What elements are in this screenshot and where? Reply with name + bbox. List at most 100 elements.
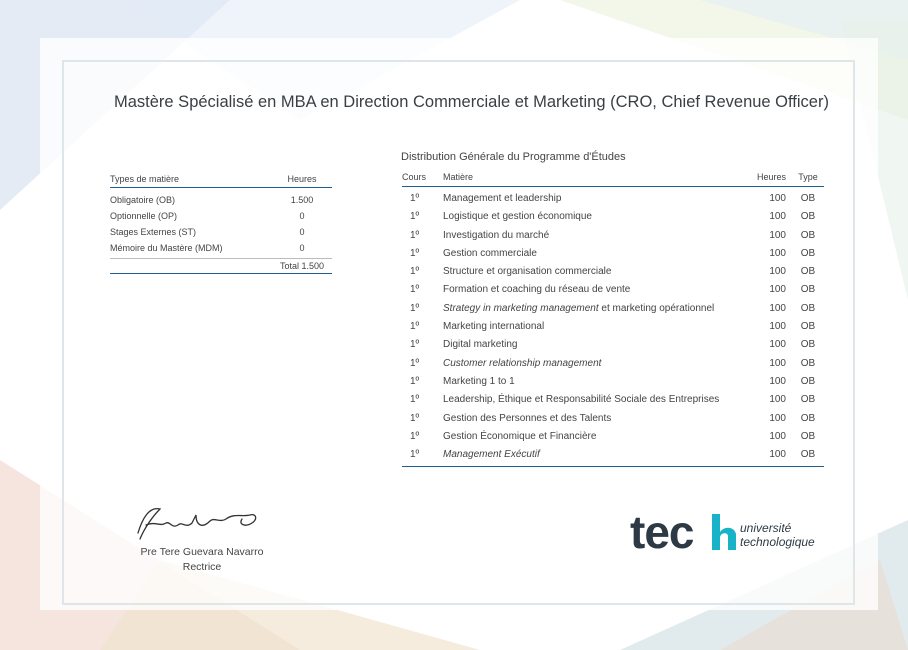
cell-course: 1º	[410, 394, 420, 406]
summary-col-type: Types de matière	[110, 174, 180, 184]
col-course: Cours	[402, 172, 427, 182]
cell-subject: Gestion commerciale	[443, 247, 537, 259]
cell-type: OB	[800, 247, 816, 259]
cell-hours: 100	[769, 284, 786, 296]
summary-row-label: Mémoire du Mastère (MDM)	[110, 243, 223, 253]
table-row: 1º Gestion Économique et Financière 100 …	[402, 428, 824, 446]
table-row: 1º Management Exécutif 100 OB	[402, 446, 824, 464]
cell-course: 1º	[410, 375, 420, 387]
cell-subject-rest: et marketing opérationnel	[598, 302, 715, 314]
cell-subject: Gestion des Personnes et des Talents	[443, 412, 612, 424]
summary-row-hours: 1.500	[290, 195, 314, 205]
cell-course: 1º	[410, 321, 420, 333]
cell-course: 1º	[410, 247, 420, 259]
cell-hours: 100	[769, 430, 786, 442]
cell-subject: Management Exécutif	[443, 449, 540, 461]
summary-row: Mémoire du Mastère (MDM) 0	[110, 240, 332, 256]
table-row: 1º Formation et coaching du réseau de ve…	[402, 281, 824, 299]
cell-course: 1º	[410, 430, 420, 442]
table-row: 1º Digital marketing 100 OB	[402, 336, 824, 354]
cell-hours: 100	[769, 266, 786, 278]
col-hours: Heures	[756, 172, 786, 182]
cell-type: OB	[800, 302, 816, 314]
cell-subject: Digital marketing	[443, 339, 518, 351]
table-row: 1º Management et leadership 100 OB	[402, 190, 824, 208]
col-subject: Matière	[443, 172, 474, 182]
cell-type: OB	[800, 321, 816, 333]
cell-course: 1º	[410, 193, 420, 204]
distribution-title: Distribution Générale du Programme d'Étu…	[401, 151, 626, 163]
cell-type: OB	[800, 357, 816, 369]
svg-text:tec: tec	[630, 510, 694, 556]
cell-hours: 100	[769, 375, 786, 387]
distribution-table: Cours Matière Heures Type 1º Management …	[402, 172, 824, 468]
cell-subject: Gestion Économique et Financière	[443, 430, 597, 442]
cell-subject: Investigation du marché	[443, 229, 550, 241]
summary-row-hours: 0	[299, 227, 305, 237]
summary-row-label: Stages Externes (ST)	[110, 227, 197, 237]
table-row: 1º Gestion des Personnes et des Talents …	[402, 410, 824, 428]
summary-total: Total 1.500	[110, 258, 332, 274]
cell-type: OB	[800, 266, 816, 278]
cell-hours: 100	[769, 412, 786, 424]
cell-subject: Strategy in marketing management et mark…	[443, 300, 746, 318]
summary-total-value: Total 1.500	[279, 261, 325, 271]
cell-course: 1º	[410, 357, 420, 369]
table-row: 1º Strategy in marketing management et m…	[402, 300, 824, 318]
signatory-block: Pre Tere Guevara Navarro Rectrice	[112, 545, 292, 575]
logo-line-2: technologique	[740, 535, 815, 549]
cell-type: OB	[800, 339, 816, 351]
summary-header: Types de matière Heures	[110, 174, 332, 188]
hours-summary-table: Types de matière Heures Obligatoire (OB)…	[110, 174, 332, 274]
cell-type: OB	[800, 284, 816, 296]
page-title: Mastère Spécialisé en MBA en Direction C…	[114, 93, 829, 111]
cell-type: OB	[800, 211, 816, 223]
cell-type: OB	[800, 229, 816, 241]
cell-course: 1º	[410, 449, 420, 461]
cell-subject: Marketing 1 to 1	[443, 375, 515, 387]
cell-subject: Formation et coaching du réseau de vente	[443, 284, 631, 296]
col-type: Type	[798, 172, 818, 182]
cell-course: 1º	[410, 284, 420, 296]
table-row: 1º Gestion commerciale 100 OB	[402, 245, 824, 263]
cell-course: 1º	[410, 412, 420, 424]
cell-type: OB	[800, 412, 816, 424]
cell-subject-italic: Strategy in marketing management	[443, 302, 599, 314]
cell-type: OB	[800, 375, 816, 387]
cell-type: OB	[800, 394, 816, 406]
cell-hours: 100	[769, 193, 786, 204]
signatory-name: Pre Tere Guevara Navarro	[140, 546, 264, 558]
logo-subtitle: université technologique	[740, 521, 815, 549]
handwritten-signature	[137, 507, 257, 540]
cell-hours: 100	[769, 321, 786, 333]
summary-row: Stages Externes (ST) 0	[110, 224, 332, 240]
cell-course: 1º	[410, 302, 420, 314]
table-row: 1º Leadership, Éthique et Responsabilité…	[402, 391, 824, 409]
cell-subject: Customer relationship management	[443, 357, 602, 369]
summary-row: Obligatoire (OB) 1.500	[110, 192, 332, 208]
cell-course: 1º	[410, 266, 420, 278]
cell-type: OB	[800, 193, 816, 204]
summary-row: Optionnelle (OP) 0	[110, 208, 332, 224]
cell-course: 1º	[410, 211, 420, 223]
summary-col-hours: Heures	[287, 174, 317, 184]
cell-course: 1º	[410, 229, 420, 241]
table-row: 1º Marketing 1 to 1 100 OB	[402, 373, 824, 391]
cell-hours: 100	[769, 229, 786, 241]
cell-hours: 100	[769, 247, 786, 259]
distribution-header: Cours Matière Heures Type	[402, 172, 824, 187]
cell-hours: 100	[769, 211, 786, 223]
cell-hours: 100	[769, 357, 786, 369]
cell-hours: 100	[769, 302, 786, 314]
cell-subject: Leadership, Éthique et Responsabilité So…	[443, 394, 720, 406]
summary-row-label: Optionnelle (OP)	[110, 211, 178, 221]
tech-logo-wordmark: tec	[630, 506, 736, 558]
cell-type: OB	[800, 449, 816, 461]
table-row: 1º Customer relationship management 100 …	[402, 355, 824, 373]
cell-subject: Marketing international	[443, 321, 545, 333]
summary-row-label: Obligatoire (OB)	[110, 195, 176, 205]
cell-subject: Structure et organisation commerciale	[443, 266, 612, 278]
table-row: 1º Logistique et gestion économique 100 …	[402, 208, 824, 226]
cell-hours: 100	[769, 449, 786, 461]
cell-course: 1º	[410, 339, 420, 351]
